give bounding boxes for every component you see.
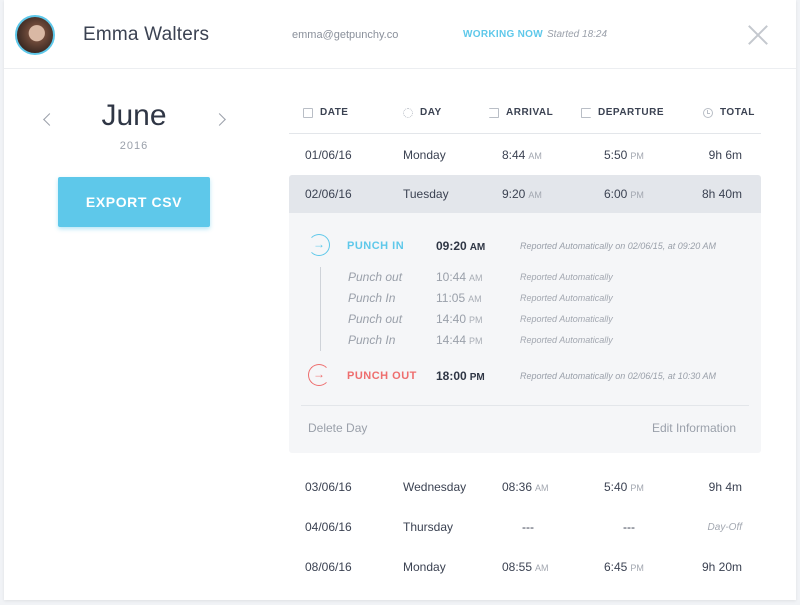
- row-total: 9h 4m: [708, 480, 742, 494]
- row-date: 03/06/16: [305, 480, 352, 494]
- day-detail-panel: → PUNCH IN 09:20 AM Reported Automaticall…: [289, 213, 761, 453]
- export-csv-button[interactable]: EXPORT CSV: [58, 177, 210, 227]
- employee-header: Emma Walters emma@getpunchy.co WORKING N…: [4, 0, 796, 69]
- timeline-line: [320, 267, 321, 351]
- year-label: 2016: [119, 140, 149, 152]
- row-date: 08/06/16: [305, 560, 352, 574]
- row-date: 02/06/16: [305, 187, 352, 201]
- row-departure: ---: [623, 520, 635, 534]
- delete-day-link[interactable]: Delete Day: [308, 421, 367, 435]
- row-date: 01/06/16: [305, 148, 352, 162]
- avatar: [15, 15, 55, 55]
- punch-out-label: PUNCH OUT: [347, 370, 417, 382]
- row-total: 9h 6m: [708, 148, 742, 162]
- table-row[interactable]: 03/06/16 Wednesday 08:36 AM 5:40 PM 9h 4m: [289, 468, 761, 506]
- punch-in-time: 09:20 AM: [436, 239, 486, 253]
- punch-out-time: 18:00 PM: [436, 369, 485, 383]
- row-departure: 5:40 PM: [604, 480, 644, 494]
- calendar-icon: [303, 107, 313, 118]
- employee-card: Emma Walters emma@getpunchy.co WORKING N…: [4, 0, 796, 600]
- row-day: Monday: [403, 560, 446, 574]
- row-arrival: 9:20 AM: [502, 187, 542, 201]
- column-day[interactable]: DAY: [403, 107, 442, 118]
- table-row[interactable]: 08/06/16 Monday 08:55 AM 6:45 PM 9h 20m: [289, 548, 761, 586]
- entry-time: 11:05 AM: [436, 291, 482, 305]
- entry-time: 10:44 AM: [436, 270, 483, 284]
- started-time: Started 18:24: [547, 29, 608, 40]
- row-departure: 6:45 PM: [604, 560, 644, 574]
- entry-note: Reported Automatically: [520, 293, 613, 303]
- entry-time: 14:44 PM: [436, 333, 483, 347]
- entry-label: Punch out: [348, 270, 403, 284]
- day-off-badge: Day-Off: [707, 522, 742, 533]
- employee-name: Emma Walters: [83, 24, 210, 45]
- clock-icon: [703, 107, 713, 118]
- row-departure: 6:00 PM: [604, 187, 644, 201]
- table-row-selected[interactable]: 02/06/16 Tuesday 9:20 AM 6:00 PM 8h 40m: [289, 175, 761, 213]
- row-day: Wednesday: [403, 480, 467, 494]
- edit-information-link[interactable]: Edit Information: [652, 421, 736, 435]
- row-total: 8h 40m: [701, 187, 742, 201]
- next-month-chevron-icon[interactable]: [213, 113, 226, 126]
- entry-label: Punch In: [348, 291, 396, 305]
- prev-month-chevron-icon[interactable]: [43, 113, 56, 126]
- arrival-icon: [489, 107, 499, 118]
- status-badge: WORKING NOW: [463, 29, 543, 40]
- table-header: DATE DAY ARRIVAL DEPARTURE TOTAL: [289, 98, 761, 134]
- row-departure: 5:50 PM: [604, 148, 644, 162]
- row-arrival: ---: [522, 520, 534, 534]
- sun-icon: [403, 107, 413, 118]
- punch-in-note: Reported Automatically on 02/06/15, at 0…: [520, 241, 716, 251]
- row-day: Monday: [403, 148, 446, 162]
- row-date: 04/06/16: [305, 520, 352, 534]
- departure-icon: [581, 107, 591, 118]
- row-total: 9h 20m: [701, 560, 742, 574]
- punch-out-note: Reported Automatically on 02/06/15, at 1…: [520, 371, 716, 381]
- row-day: Thursday: [403, 520, 454, 534]
- entry-label: Punch In: [348, 333, 396, 347]
- row-arrival: 08:55 AM: [502, 560, 549, 574]
- table-row[interactable]: 01/06/16 Monday 8:44 AM 5:50 PM 9h 6m: [289, 136, 761, 174]
- punch-in-icon: →: [308, 234, 330, 256]
- entry-note: Reported Automatically: [520, 272, 613, 282]
- entry-label: Punch out: [348, 312, 403, 326]
- month-title: June: [101, 99, 167, 132]
- entry-time: 14:40 PM: [436, 312, 483, 326]
- punch-in-label: PUNCH IN: [347, 240, 405, 252]
- punch-out-icon: →: [308, 364, 330, 386]
- close-icon[interactable]: [748, 25, 768, 45]
- table-row[interactable]: 04/06/16 Thursday --- --- Day-Off: [289, 508, 761, 546]
- column-date[interactable]: DATE: [303, 107, 348, 118]
- row-day: Tuesday: [403, 187, 449, 201]
- row-arrival: 08:36 AM: [502, 480, 549, 494]
- row-arrival: 8:44 AM: [502, 148, 542, 162]
- employee-email: emma@getpunchy.co: [292, 29, 399, 41]
- entry-note: Reported Automatically: [520, 314, 613, 324]
- entry-note: Reported Automatically: [520, 335, 613, 345]
- column-departure[interactable]: DEPARTURE: [581, 107, 664, 118]
- column-arrival[interactable]: ARRIVAL: [489, 107, 553, 118]
- divider: [301, 405, 749, 406]
- column-total[interactable]: TOTAL: [703, 107, 755, 118]
